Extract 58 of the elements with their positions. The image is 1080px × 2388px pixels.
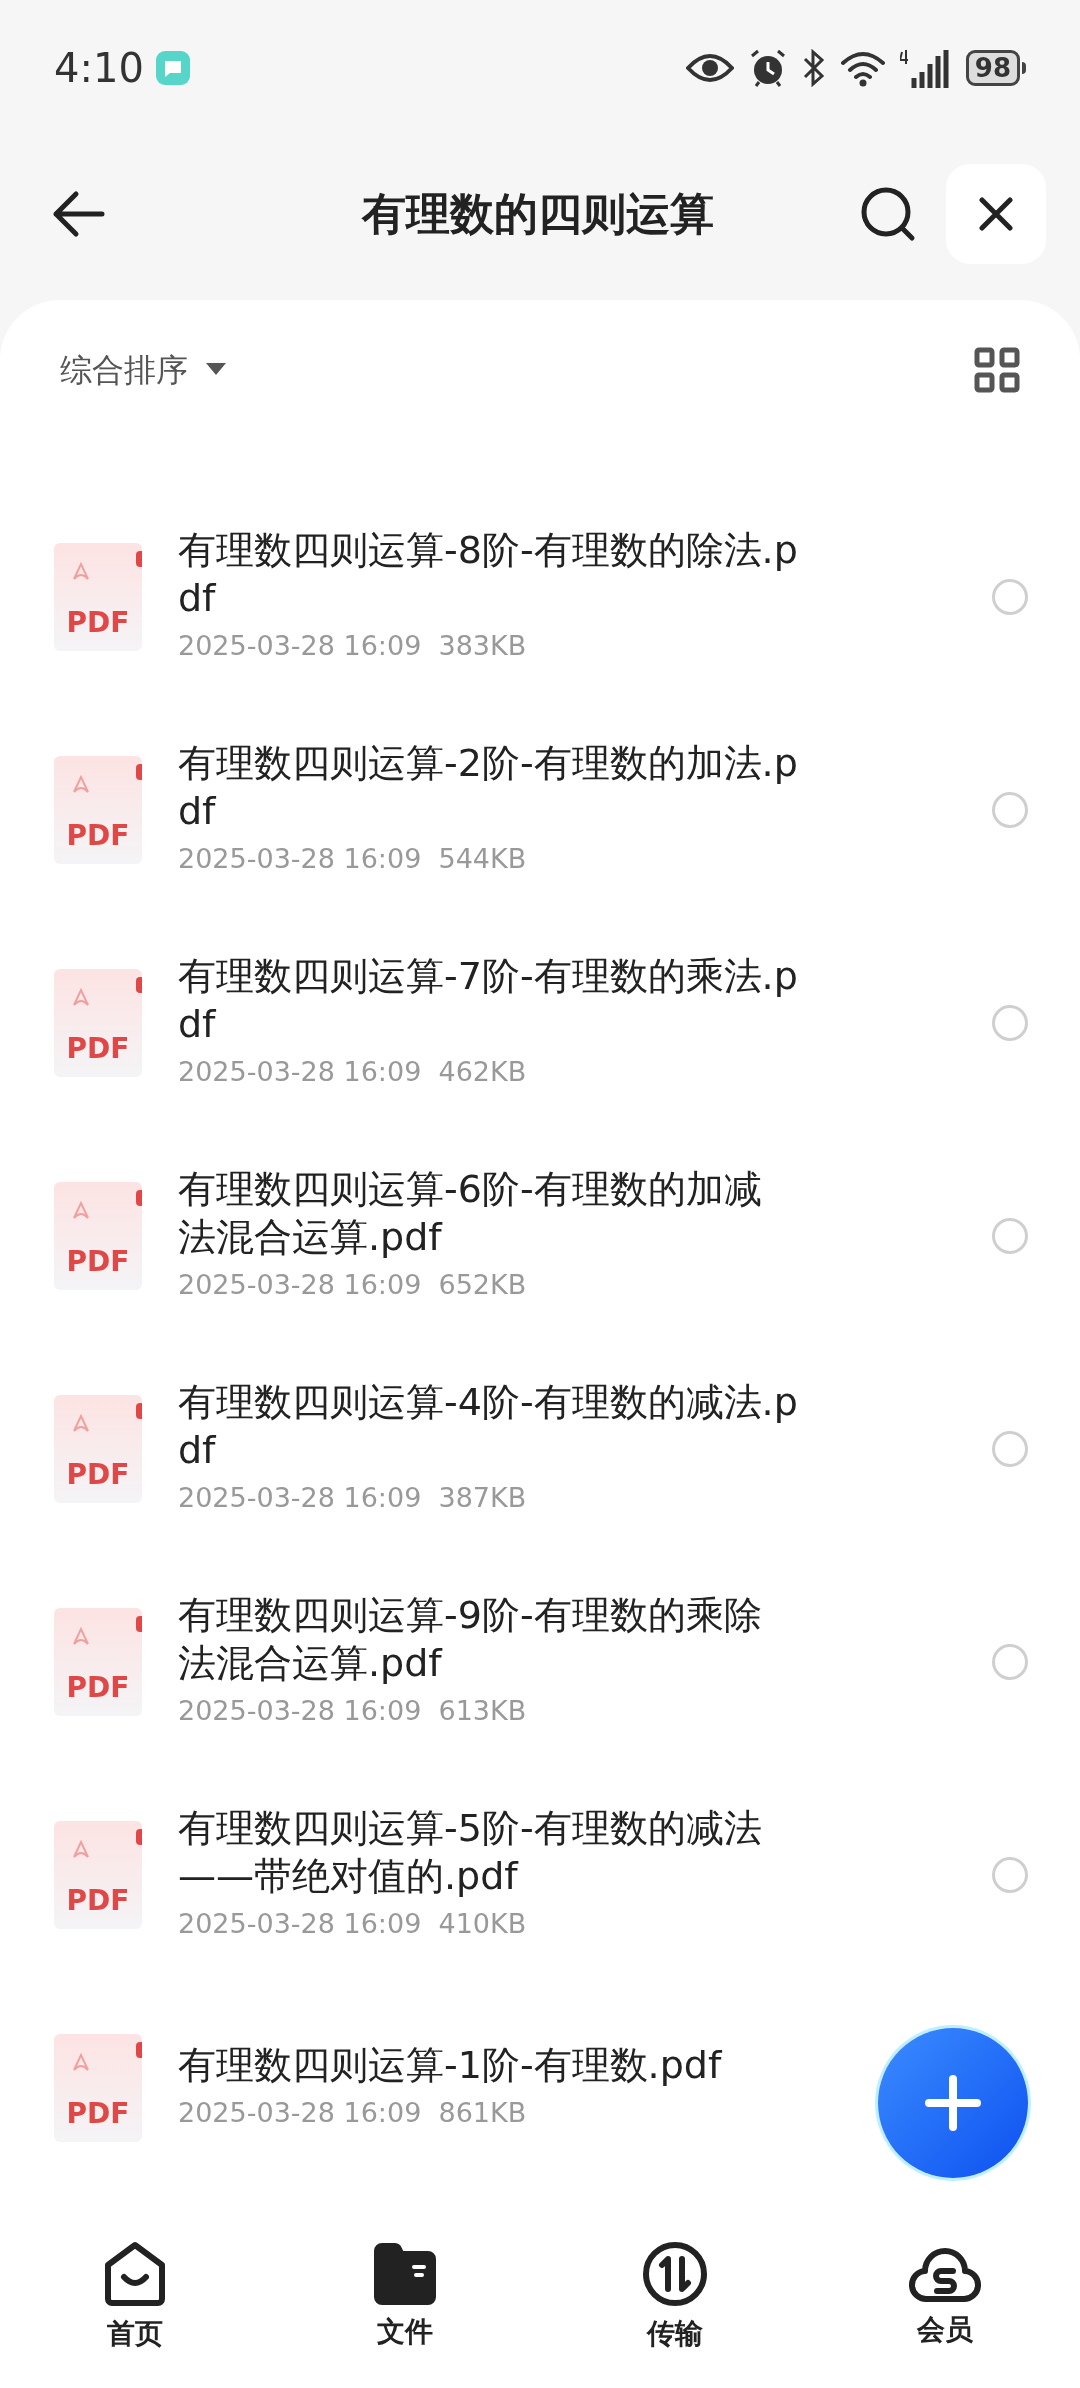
file-name: 有理数四则运算-2阶-有理数的加法.pdf <box>178 740 798 836</box>
file-meta: 2025-03-28 16:09 387KB <box>178 1481 527 1516</box>
eye-icon <box>685 52 734 84</box>
file-meta: 2025-03-28 16:09 652KB <box>178 1268 527 1303</box>
caret-icon <box>206 363 226 377</box>
search-icon[interactable] <box>860 186 916 242</box>
select-radio[interactable] <box>992 1217 1028 1254</box>
bluetooth-icon <box>801 49 826 87</box>
close-icon <box>979 197 1013 231</box>
file-meta: 2025-03-28 16:09 613KB <box>178 1694 527 1729</box>
select-radio[interactable] <box>992 1430 1028 1467</box>
pdf-file-icon: PDF <box>54 2033 142 2142</box>
file-meta: 2025-03-28 16:09 861KB <box>178 2096 527 2131</box>
file-name: 有理数四则运算-7阶-有理数的乘法.pdf <box>178 953 798 1049</box>
pdf-file-icon: PDF <box>54 968 142 1077</box>
nav-tab[interactable]: 传输 <box>540 2228 810 2368</box>
file-row[interactable]: PDF 有理数四则运算-6阶-有理数的加减法混合运算.pdf 2025-03-28 16:09 652KB <box>0 1129 1080 1342</box>
pdf-file-icon: PDF <box>54 1607 142 1716</box>
file-row[interactable]: PDF 有理数四则运算-4阶-有理数的减法.pdf 2025-03-28 16:09 387KB <box>0 1342 1080 1555</box>
status-time: 4:10 <box>54 44 144 93</box>
file-row[interactable]: PDF 有理数四则运算-9阶-有理数的乘除法混合运算.pdf 2025-03-28 16:09 613KB <box>0 1555 1080 1768</box>
select-radio[interactable] <box>992 1856 1028 1893</box>
page-title: 有理数的四则运算 <box>360 187 715 241</box>
select-radio[interactable] <box>992 1004 1028 1041</box>
file-name: 有理数四则运算-5阶-有理数的减法——带绝对值的.pdf <box>178 1805 763 1901</box>
cellular-signal-icon <box>899 48 952 88</box>
select-radio[interactable] <box>992 578 1028 615</box>
close-button[interactable] <box>946 164 1046 264</box>
select-radio[interactable] <box>992 1643 1028 1680</box>
wifi-icon <box>839 49 886 87</box>
file-name: 有理数四则运算-1阶-有理数.pdf <box>178 2042 723 2090</box>
message-app-icon <box>155 51 190 85</box>
file-row[interactable]: PDF 有理数四则运算-2阶-有理数的加法.pdf 2025-03-28 16:09 544KB <box>0 703 1080 916</box>
plus-icon <box>925 2075 981 2131</box>
pdf-file-icon: PDF <box>54 1820 142 1929</box>
file-meta: 2025-03-28 16:09 383KB <box>178 629 527 664</box>
nav-tab[interactable]: 文件 <box>270 2228 540 2368</box>
file-meta: 2025-03-28 16:09 462KB <box>178 1055 527 1090</box>
battery-indicator: 98 <box>965 50 1026 86</box>
file-row[interactable]: PDF 有理数四则运算-5阶-有理数的减法——带绝对值的.pdf 2025-03-28 16:09 410KB <box>0 1768 1080 1981</box>
sort-dropdown[interactable]: 综合排序 <box>60 346 226 394</box>
file-name: 有理数四则运算-6阶-有理数的加减法混合运算.pdf <box>178 1166 763 1262</box>
file-row[interactable]: PDF 有理数四则运算-7阶-有理数的乘法.pdf 2025-03-28 16:09 462KB <box>0 916 1080 1129</box>
file-meta: 2025-03-28 16:09 410KB <box>178 1907 527 1942</box>
file-name: 有理数四则运算-8阶-有理数的除法.pdf <box>178 527 798 623</box>
select-radio[interactable] <box>992 791 1028 828</box>
pdf-file-icon: PDF <box>54 1394 142 1503</box>
file-row[interactable]: PDF 有理数四则运算-1阶-有理数.pdf 2025-03-28 16:09 861KB <box>0 1981 1080 2194</box>
pdf-file-icon: PDF <box>54 755 142 864</box>
file-meta: 2025-03-28 16:09 544KB <box>178 842 527 877</box>
nav-tab[interactable]: 会员 <box>810 2228 1080 2368</box>
grid-view-icon[interactable] <box>974 347 1020 393</box>
file-name: 有理数四则运算-4阶-有理数的减法.pdf <box>178 1379 798 1475</box>
file-row[interactable]: PDF 有理数四则运算-8阶-有理数的除法.pdf 2025-03-28 16:09 383KB <box>0 490 1080 703</box>
nav-tab[interactable]: 首页 <box>0 2228 270 2368</box>
pdf-file-icon: PDF <box>54 542 142 651</box>
pdf-file-icon: PDF <box>54 1181 142 1290</box>
file-name: 有理数四则运算-9阶-有理数的乘除法混合运算.pdf <box>178 1592 763 1688</box>
